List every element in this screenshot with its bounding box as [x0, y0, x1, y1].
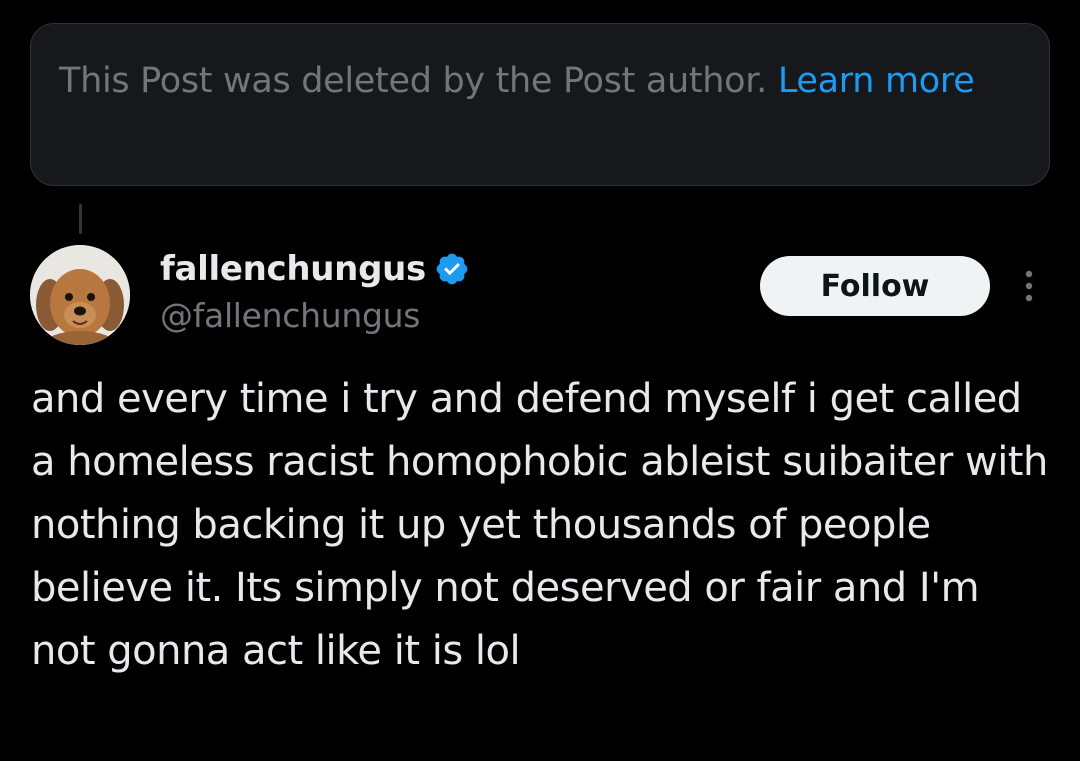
follow-button[interactable]: Follow	[760, 256, 990, 316]
post-body-text: and every time i try and defend myself i…	[31, 376, 1048, 674]
user-handle[interactable]: @fallenchungus	[160, 294, 470, 338]
more-vertical-icon[interactable]	[1016, 266, 1042, 306]
avatar[interactable]	[30, 245, 130, 345]
display-name-row: fallenchungus	[160, 244, 470, 294]
dog-avatar-image	[30, 245, 130, 345]
deleted-notice-text: This Post was deleted by the Post author…	[59, 61, 767, 101]
display-name[interactable]: fallenchungus	[160, 249, 426, 289]
thread-connector-line	[79, 204, 82, 234]
verified-badge-icon	[434, 251, 470, 287]
deleted-post-notice: This Post was deleted by the Post author…	[30, 23, 1050, 186]
user-info: fallenchungus @fallenchungus	[160, 244, 470, 338]
post-view: This Post was deleted by the Post author…	[0, 0, 1080, 761]
learn-more-link[interactable]: Learn more	[778, 61, 975, 101]
